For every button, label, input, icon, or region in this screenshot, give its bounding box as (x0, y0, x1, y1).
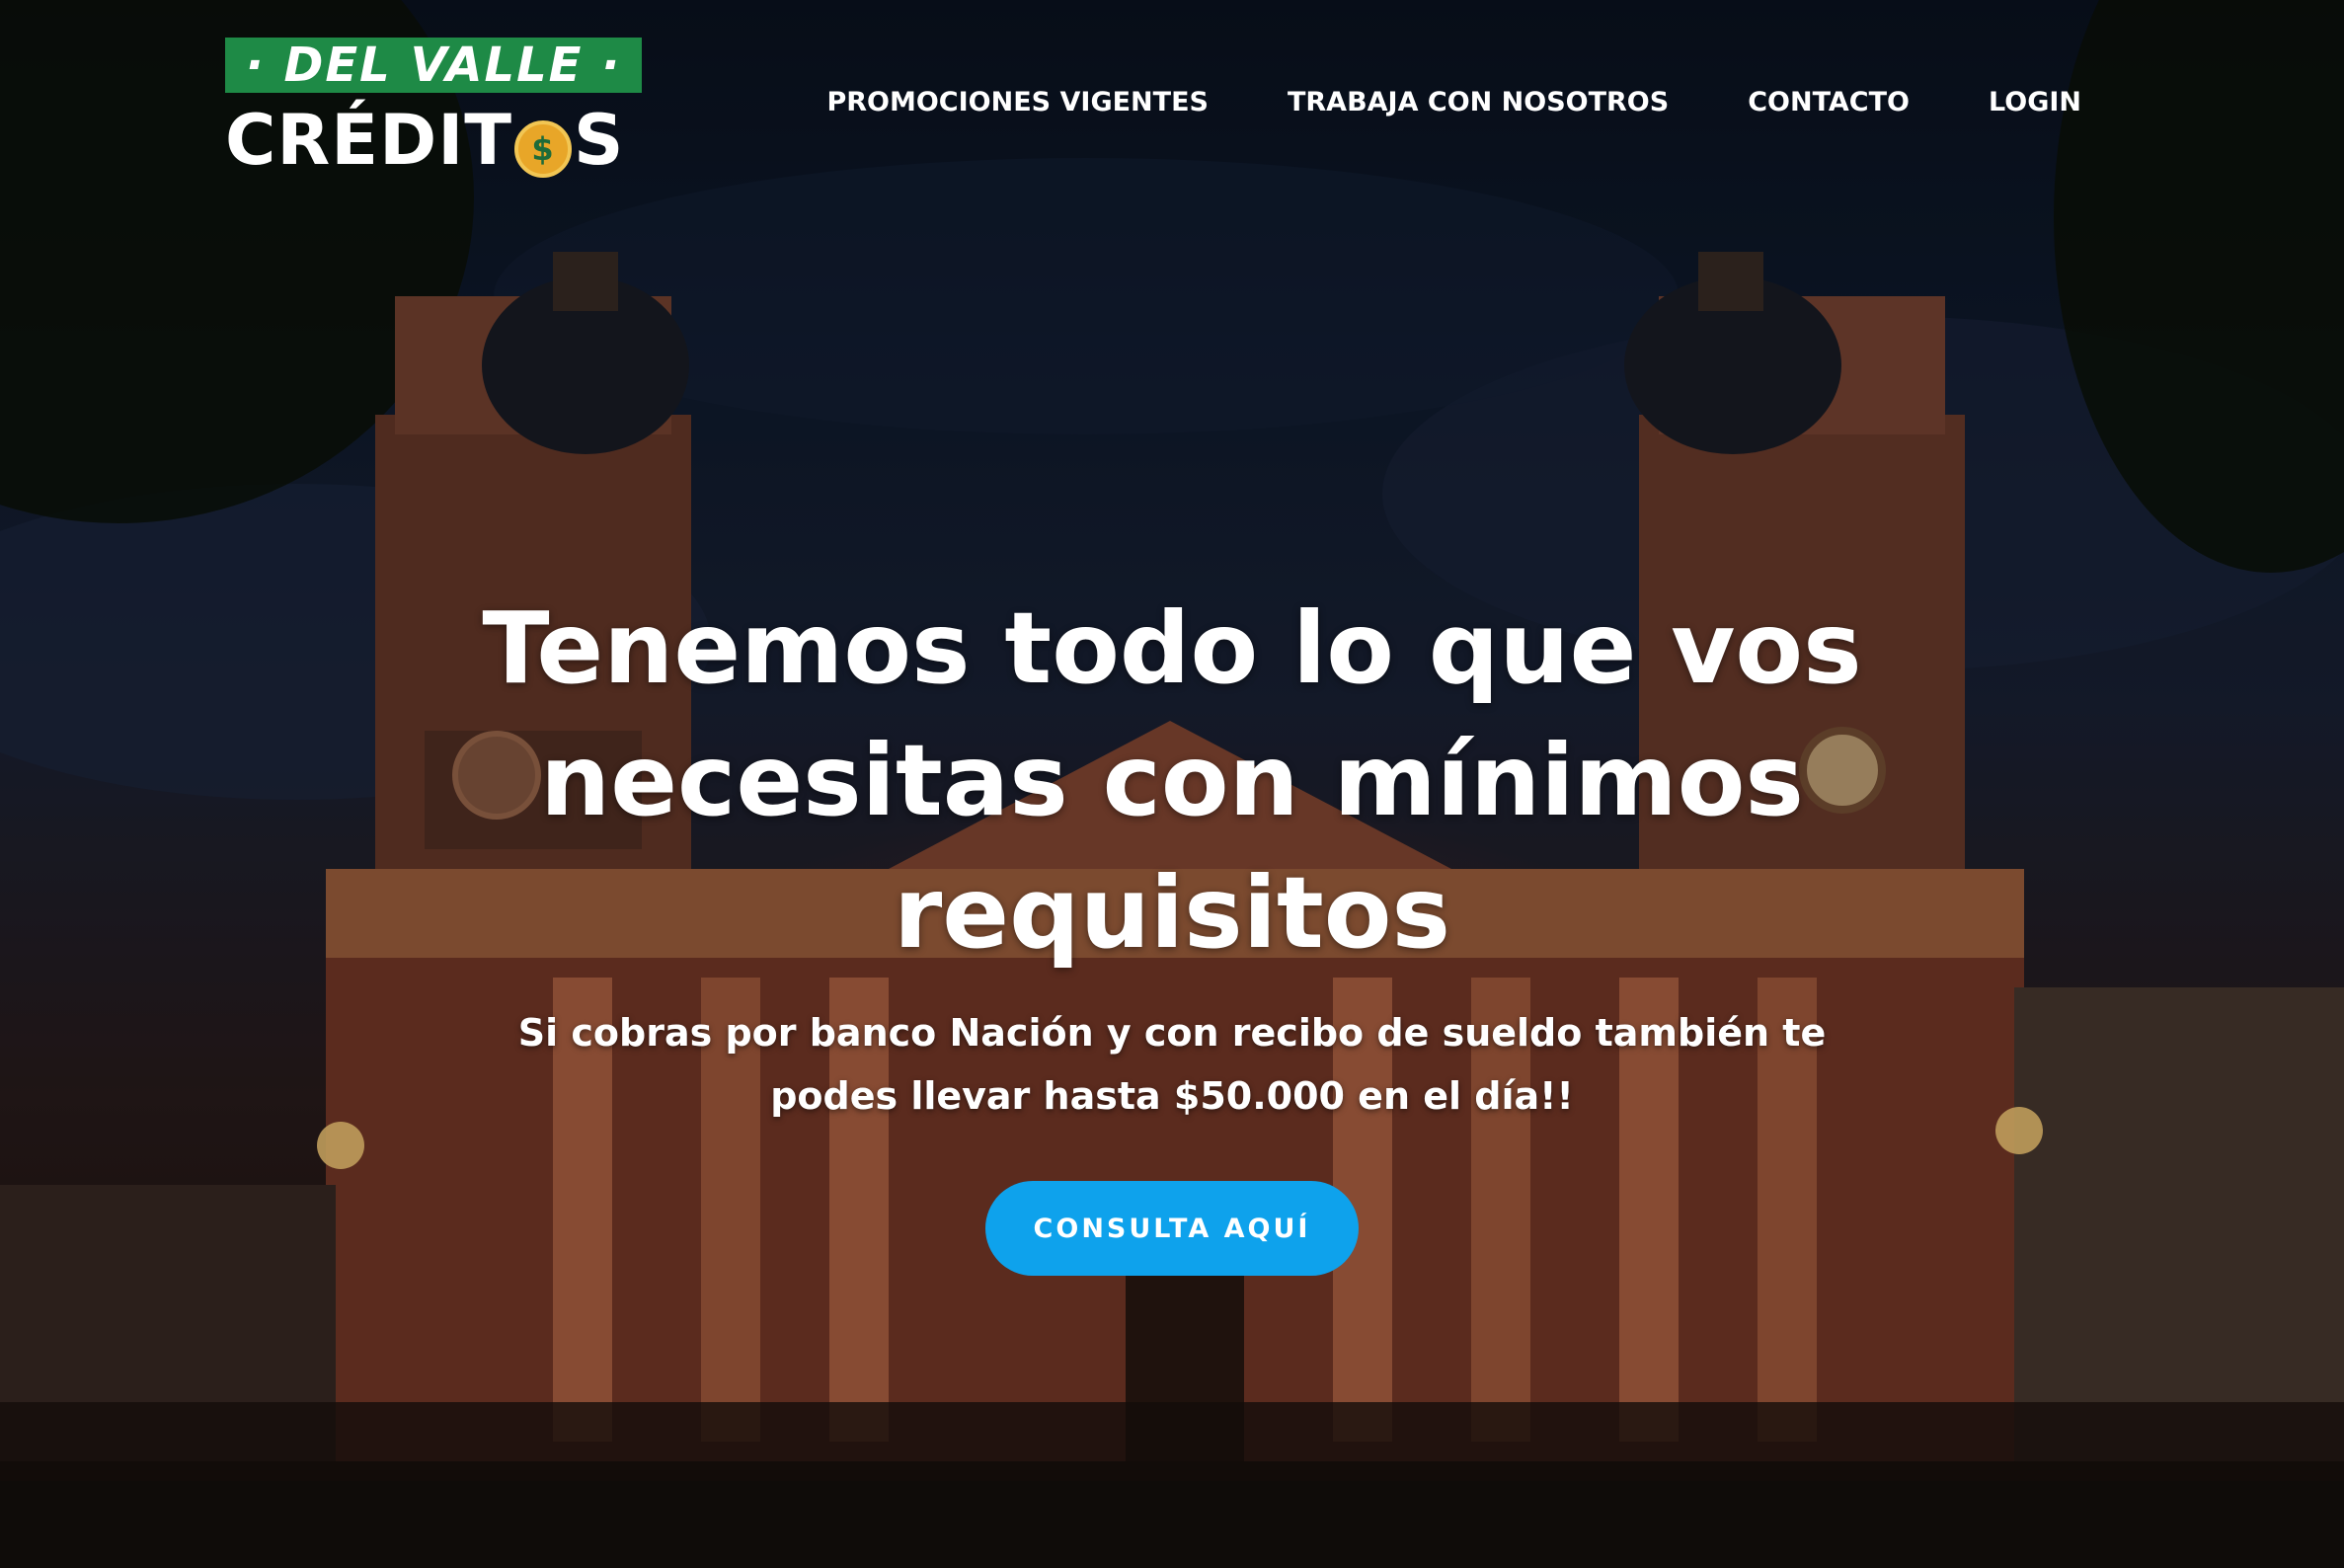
logo-top-banner: · DEL VALLE · (225, 38, 642, 93)
logo-wordmark-left: CRÉDIT (225, 100, 512, 181)
main-nav: PROMOCIONES VIGENTES TRABAJA CON NOSOTRO… (826, 87, 2081, 118)
nav-promociones-vigentes[interactable]: PROMOCIONES VIGENTES (826, 87, 1209, 118)
hero-content: Tenemos todo lo que vos necesitas con mí… (415, 583, 1929, 1128)
del-valle-creditos-logo[interactable]: · DEL VALLE · CRÉDIT $ S (225, 38, 644, 180)
nav-login[interactable]: LOGIN (1989, 87, 2081, 118)
nav-contacto[interactable]: CONTACTO (1748, 87, 1910, 118)
hero-headline: Tenemos todo lo que vos necesitas con mí… (482, 590, 1862, 971)
hero-subheadline: Si cobras por banco Nación y con recibo … (517, 1011, 1827, 1118)
money-bag-icon: $ (514, 120, 572, 178)
hero-section: · DEL VALLE · CRÉDIT $ S PROMOCIONES VIGEN… (0, 0, 2344, 1568)
logo-wordmark-right: S (574, 100, 625, 181)
consulta-aqui-button[interactable]: CONSULTA AQUÍ (985, 1181, 1359, 1276)
logo-wordmark: CRÉDIT $ S (225, 101, 644, 180)
nav-trabaja-con-nosotros[interactable]: TRABAJA CON NOSOTROS (1288, 87, 1669, 118)
